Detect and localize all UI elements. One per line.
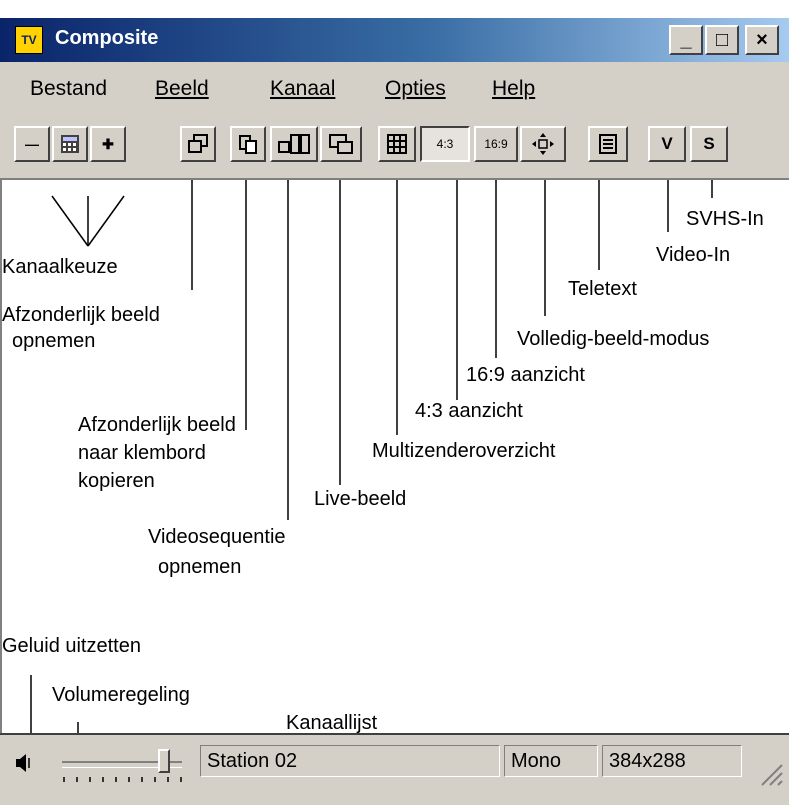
label-klembord-1: Afzonderlijk beeld <box>78 414 236 436</box>
label-volumeregeling: Volumeregeling <box>52 684 190 706</box>
label-svhs-in: SVHS-In <box>686 208 764 230</box>
status-bar: Station 02 Mono 384x288 <box>0 733 789 805</box>
label-live-beeld: Live-beeld <box>314 488 407 510</box>
label-videosequentie-1: Videosequentie <box>148 526 286 548</box>
resolution-display: 384x288 <box>602 745 742 777</box>
label-klembord-3: kopieren <box>78 470 155 492</box>
resize-grip-icon[interactable] <box>758 761 784 787</box>
label-afzonderlijk-opnemen-1: Afzonderlijk beeld <box>2 304 160 326</box>
channel-list[interactable]: Station 02 <box>200 745 500 777</box>
label-aanzicht-16-9: 16:9 aanzicht <box>466 364 585 386</box>
label-kanaallijst: Kanaallijst <box>286 712 378 734</box>
volume-thumb[interactable] <box>158 749 170 773</box>
audio-mode: Mono <box>504 745 598 777</box>
volume-ticks <box>63 777 182 782</box>
label-videosequentie-2: opnemen <box>158 556 242 578</box>
label-afzonderlijk-opnemen-2: opnemen <box>12 330 96 352</box>
label-volledig-beeld-modus: Volledig-beeld-modus <box>517 328 710 350</box>
label-video-in: Video-In <box>656 244 731 266</box>
speaker-icon[interactable] <box>14 753 36 773</box>
label-multizenderoverzicht: Multizenderoverzicht <box>372 440 556 462</box>
label-klembord-2: naar klembord <box>78 442 206 464</box>
label-kanaalkeuze: Kanaalkeuze <box>2 256 118 278</box>
label-aanzicht-4-3: 4:3 aanzicht <box>415 400 523 422</box>
label-geluid-uitzetten: Geluid uitzetten <box>2 635 141 657</box>
label-teletext: Teletext <box>568 278 637 300</box>
volume-slider[interactable] <box>62 745 194 789</box>
